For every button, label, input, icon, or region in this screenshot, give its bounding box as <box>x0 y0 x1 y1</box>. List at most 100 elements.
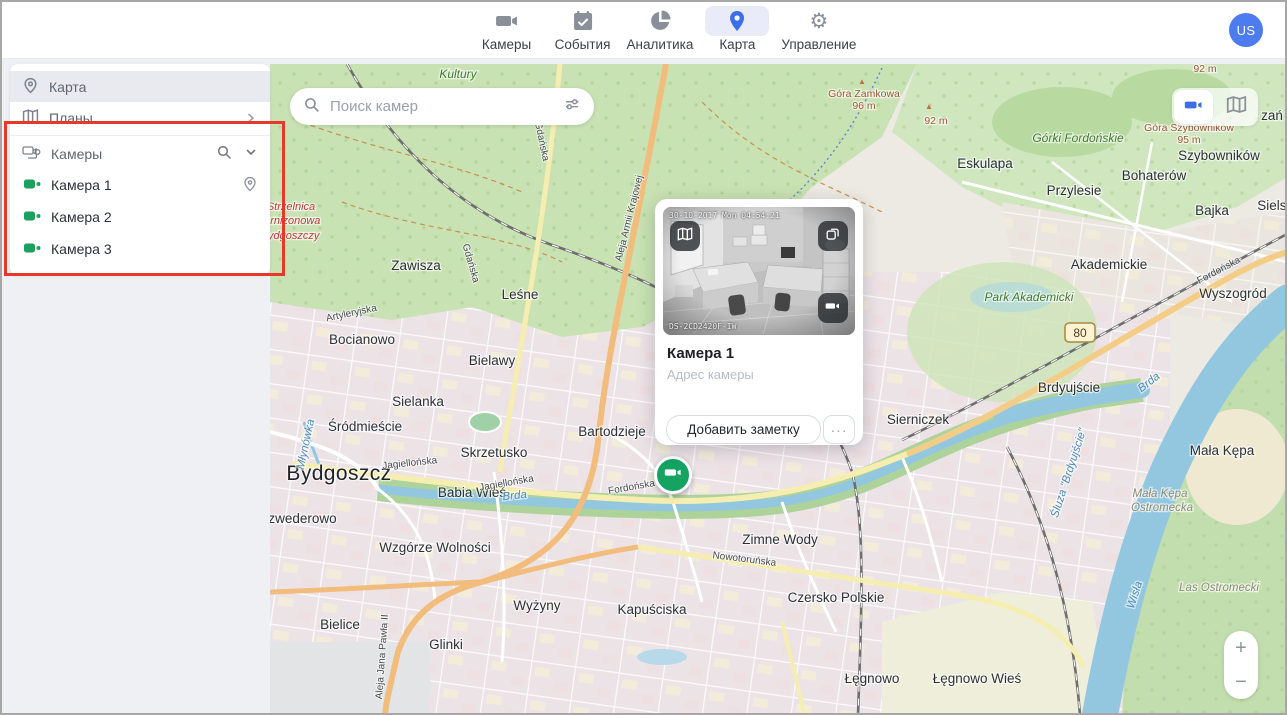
open-on-plan-button[interactable] <box>670 221 700 251</box>
pin-icon <box>22 77 39 97</box>
map-label: Sielska <box>1257 198 1285 213</box>
pip-icon <box>825 226 841 247</box>
camera-dot-icon <box>24 177 41 193</box>
filter-icon[interactable] <box>563 95 581 118</box>
map-label: Bydgoszczy <box>270 230 321 242</box>
picture-in-picture-button[interactable] <box>818 221 848 251</box>
map-label: Szwederowo <box>270 511 337 526</box>
map-label: Skrzetusko <box>461 445 528 460</box>
map-label: Park Akademicki <box>985 290 1074 304</box>
map-label: Kultury <box>439 67 477 81</box>
map-label: Bartodzieje <box>578 424 646 439</box>
analytics-icon <box>648 9 672 33</box>
map-label: Strzelnica <box>270 201 315 213</box>
map-label: Czersko Polskie <box>788 590 885 605</box>
user-avatar[interactable]: US <box>1229 13 1263 47</box>
camera-icon <box>495 9 519 33</box>
events-icon <box>571 9 595 33</box>
sidebar-item-plans[interactable]: Планы <box>10 102 270 133</box>
search-input[interactable] <box>328 97 555 116</box>
sidebar-camera-1[interactable]: Камера 1 <box>10 169 270 201</box>
sidebar: Карта Планы Камеры <box>10 64 270 275</box>
map-label: Las Ostromecki <box>1179 582 1259 594</box>
sidebar-cameras-label: Камеры <box>51 146 102 162</box>
camera-icon <box>1184 95 1204 120</box>
map-zoom-control: + − <box>1224 631 1258 699</box>
road-badge-80: 80 <box>1065 323 1095 342</box>
tab-analytics[interactable]: Аналитика <box>627 6 694 52</box>
search-icon[interactable] <box>216 144 232 163</box>
tab-management[interactable]: ⚙ Управление <box>781 6 856 52</box>
plans-map-icon <box>22 108 39 128</box>
map-label: Leśne <box>502 287 539 302</box>
sidebar-divider <box>10 135 270 136</box>
map-label: Bocianowo <box>329 332 395 347</box>
map-label: Sierniczek <box>887 412 950 427</box>
open-video-button[interactable] <box>818 293 848 323</box>
map-label: Ostromecka <box>1131 502 1193 514</box>
sidebar-camera-3[interactable]: Камера 3 <box>10 233 270 265</box>
sidebar-item-label: Карта <box>49 79 86 95</box>
tab-label: Аналитика <box>627 37 694 52</box>
zoom-in-button[interactable]: + <box>1224 631 1258 665</box>
sidebar-camera-2[interactable]: Камера 2 <box>10 201 270 233</box>
map-label: Wzgórze Wolności <box>379 540 491 555</box>
camera-thumbnail[interactable]: 30-10-2017 Mon 04:54:21 DS-2CD2420F-IW <box>663 207 855 335</box>
layer-cameras-toggle[interactable] <box>1174 90 1213 124</box>
camera-label: Камера 2 <box>51 209 112 225</box>
more-options-button[interactable]: ··· <box>823 415 855 444</box>
map-industrial <box>270 642 430 713</box>
map-pin-icon <box>725 9 749 33</box>
map-label: Bielawy <box>469 353 516 368</box>
sidebar-cameras-header[interactable]: Камеры <box>10 138 270 169</box>
svg-text:80: 80 <box>1073 326 1087 340</box>
map-icon <box>677 226 693 247</box>
tab-label: Карта <box>719 37 755 52</box>
map-label: Łęgnowo <box>845 671 900 686</box>
camera-pin-icon[interactable] <box>242 176 258 195</box>
search-icon <box>303 96 320 118</box>
map-label: Zawisza <box>391 258 441 273</box>
tab-map[interactable]: Карта <box>705 6 769 52</box>
map-label: Bielice <box>320 617 360 632</box>
map-label: zań <box>1261 108 1283 123</box>
tab-cameras[interactable]: Камеры <box>475 6 539 52</box>
sidebar-item-map[interactable]: Карта <box>10 71 270 102</box>
camera-label: Камера 3 <box>51 241 112 257</box>
popup-camera-title: Камера 1 <box>667 345 734 362</box>
map-stadium <box>469 412 501 432</box>
map-label: Brdyujście <box>1038 380 1100 395</box>
tab-label: События <box>555 37 611 52</box>
tab-label: Управление <box>781 37 856 52</box>
map-label: Bajka <box>1195 203 1229 218</box>
map-label: Szybowników <box>1178 148 1260 163</box>
camera-icon <box>664 463 683 487</box>
camera-label: Камера 1 <box>51 177 112 193</box>
camera-map-marker[interactable] <box>654 456 692 494</box>
app-window: 80 Kultury Górki Fordońskie Park Akademick… <box>0 0 1287 715</box>
map-label: Przylesie <box>1047 183 1102 198</box>
main-tabs: Камеры События Аналитика Карта <box>475 6 857 52</box>
camera-search-bar <box>290 88 594 125</box>
map-label: Śródmieście <box>328 419 402 434</box>
map-label: Góra Zamkowa <box>828 88 900 100</box>
camera-popup-card: 30-10-2017 Mon 04:54:21 DS-2CD2420F-IW К… <box>655 199 863 445</box>
zoom-out-button[interactable]: − <box>1224 665 1258 699</box>
map-label: 92 m <box>1193 64 1217 75</box>
map-label: ▲ <box>925 102 933 111</box>
map-label: Bohaterów <box>1122 168 1187 183</box>
layer-map-toggle[interactable] <box>1215 88 1258 126</box>
map-label: Garnizonowa <box>270 215 320 227</box>
top-navigation-bar: Камеры События Аналитика Карта <box>2 2 1285 59</box>
camera-dot-icon <box>24 241 41 257</box>
sidebar-item-label: Планы <box>49 110 93 126</box>
cameras-group-icon <box>22 144 41 163</box>
tab-events[interactable]: События <box>551 6 615 52</box>
camera-icon <box>825 298 841 319</box>
osd-camera-model: DS-2CD2420F-IW <box>669 322 736 331</box>
chevron-down-icon[interactable] <box>244 145 258 162</box>
map-label: ▲ <box>858 77 866 86</box>
map-label: Górki Fordońskie <box>1032 131 1124 145</box>
map-label: Mała Kępa <box>1190 443 1255 458</box>
add-note-button[interactable]: Добавить заметку <box>666 415 821 444</box>
